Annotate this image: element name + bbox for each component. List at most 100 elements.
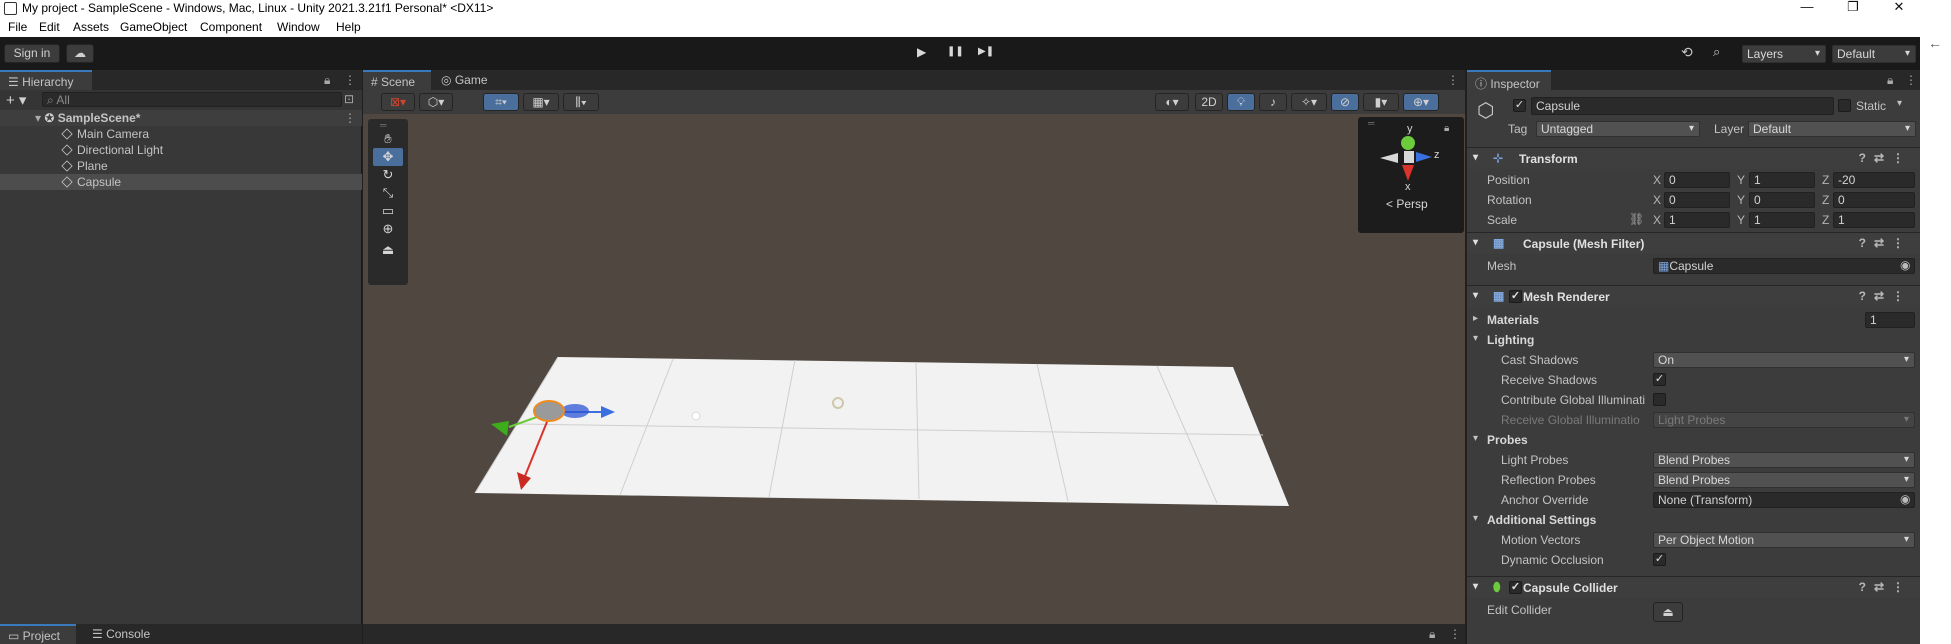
constrain-proportions-icon[interactable]: ⛓︎ bbox=[1629, 212, 1644, 226]
receive-shadows-checkbox[interactable]: ✓ bbox=[1653, 373, 1666, 386]
reflection-probes-dropdown[interactable]: Blend Probes bbox=[1653, 472, 1915, 488]
mesh-filter-header[interactable]: ▾ ▦ Capsule (Mesh Filter) ?⇄⋮ bbox=[1467, 232, 1920, 254]
expand-arrow-icon[interactable]: ▸ bbox=[1473, 313, 1478, 324]
scene-kebab-menu-icon[interactable]: ⋮ bbox=[344, 110, 356, 126]
capsule-object[interactable] bbox=[533, 400, 565, 422]
hierarchy-item-main-camera[interactable]: Main Camera bbox=[0, 126, 362, 142]
gizmo-center-cube[interactable] bbox=[1404, 151, 1414, 163]
drag-handle-icon[interactable]: ═ bbox=[380, 120, 386, 130]
object-picker-icon[interactable]: ◉ bbox=[1900, 258, 1910, 272]
collapse-arrow-icon[interactable]: ▾ bbox=[1473, 581, 1478, 592]
expand-arrow-icon[interactable]: ▾ bbox=[35, 111, 44, 125]
hierarchy-item-capsule[interactable]: Capsule bbox=[0, 174, 362, 190]
lock-icon[interactable]: 🔒︎ bbox=[1429, 627, 1435, 642]
collapse-arrow-icon[interactable]: ▾ bbox=[1473, 433, 1478, 444]
pause-icon[interactable]: ❚❚ bbox=[947, 46, 964, 57]
object-picker-icon[interactable]: ◉ bbox=[1900, 492, 1910, 506]
camera-gizmo-icon[interactable] bbox=[691, 411, 701, 421]
custom-tool-icon[interactable]: ⏏ bbox=[373, 241, 403, 259]
light-probes-dropdown[interactable]: Blend Probes bbox=[1653, 452, 1915, 468]
minimize-button[interactable]: — bbox=[1784, 0, 1830, 17]
pivot-toggle[interactable]: ⌗▾ bbox=[483, 93, 519, 111]
hierarchy-search-input[interactable]: ⌕ All bbox=[42, 92, 342, 107]
tab-hierarchy[interactable]: ☰ Hierarchy bbox=[0, 70, 92, 90]
collapse-arrow-icon[interactable]: ▾ bbox=[1473, 333, 1478, 344]
drag-handle-icon[interactable]: ═ bbox=[1368, 118, 1374, 128]
effects-dropdown[interactable]: ✧▾ bbox=[1291, 93, 1327, 111]
tab-project[interactable]: ▭ Project bbox=[0, 624, 76, 644]
scale-tool-icon[interactable]: ⤡ bbox=[373, 184, 403, 202]
kebab-menu-icon[interactable]: ⋮ bbox=[1905, 73, 1917, 87]
scene-viewport[interactable]: ═ ✋︎ ✥ ↻ ⤡ ▭ ⊕ ⏏ ═ 🔒︎ y z x < Persp bbox=[363, 114, 1465, 625]
y-axis-arrow-icon[interactable] bbox=[491, 421, 509, 436]
collapse-arrow-icon[interactable]: ▾ bbox=[1473, 237, 1478, 248]
lock-icon[interactable]: 🔒︎ bbox=[1444, 123, 1449, 134]
lighting-section[interactable]: ▾ Lighting bbox=[1467, 330, 1920, 350]
mesh-renderer-header[interactable]: ▾ ▦ ✓ Mesh Renderer ?⇄⋮ bbox=[1467, 285, 1920, 307]
sign-in-button[interactable]: Sign in bbox=[4, 44, 60, 63]
lock-icon[interactable]: 🔒︎ bbox=[1887, 73, 1893, 88]
render-mode-dropdown[interactable]: ◐▾ bbox=[1155, 93, 1189, 111]
filter-icon[interactable]: ⊡ bbox=[344, 92, 354, 106]
move-tool-icon[interactable]: ✥ bbox=[373, 148, 403, 166]
capsule-collider-enabled-checkbox[interactable]: ✓ bbox=[1509, 581, 1522, 594]
object-name-input[interactable]: Capsule bbox=[1531, 97, 1834, 115]
menu-help[interactable]: Help bbox=[336, 20, 361, 34]
anchor-override-field[interactable]: None (Transform) bbox=[1653, 492, 1915, 508]
hand-tool-icon[interactable]: ✋︎ bbox=[373, 130, 403, 148]
menu-file[interactable]: File bbox=[8, 20, 27, 34]
contribute-gi-checkbox[interactable] bbox=[1653, 393, 1666, 406]
collapse-arrow-icon[interactable]: ▾ bbox=[1473, 152, 1478, 163]
cloud-icon[interactable]: ☁ bbox=[66, 44, 94, 63]
rotation-z-field[interactable]: 0 bbox=[1833, 192, 1915, 208]
scene-canvas[interactable] bbox=[363, 114, 1465, 625]
active-checkbox[interactable]: ✓ bbox=[1513, 99, 1526, 112]
maximize-button[interactable]: ❐ bbox=[1830, 0, 1876, 17]
increment-snap-dropdown[interactable]: ⫼▾ bbox=[563, 93, 599, 111]
hierarchy-item-plane[interactable]: Plane bbox=[0, 158, 362, 174]
layout-dropdown[interactable]: Default bbox=[1832, 45, 1916, 63]
mesh-renderer-enabled-checkbox[interactable]: ✓ bbox=[1509, 290, 1522, 303]
gizmos-dropdown[interactable]: ⊕▾ bbox=[1403, 93, 1439, 111]
back-arrow-icon[interactable]: ← bbox=[1928, 35, 1942, 51]
close-button[interactable]: ✕ bbox=[1876, 0, 1922, 17]
draw-mode-dropdown[interactable]: ⊠▾ bbox=[381, 93, 415, 111]
menu-component[interactable]: Component bbox=[200, 20, 262, 34]
menu-assets[interactable]: Assets bbox=[73, 20, 109, 34]
position-x-field[interactable]: 0 bbox=[1664, 172, 1730, 188]
materials-row[interactable]: ▸ Materials 1 bbox=[1467, 310, 1920, 330]
tab-scene[interactable]: # Scene bbox=[363, 70, 431, 90]
kebab-menu-icon[interactable]: ⋮ bbox=[1449, 627, 1461, 641]
perspective-toggle[interactable]: < Persp bbox=[1386, 197, 1428, 211]
grid-snap-dropdown[interactable]: ▦▾ bbox=[523, 93, 559, 111]
scale-y-field[interactable]: 1 bbox=[1749, 212, 1815, 228]
transform-tool-icon[interactable]: ⊕ bbox=[373, 220, 403, 238]
play-icon[interactable]: ▶ bbox=[917, 45, 926, 59]
search-icon[interactable]: ⌕ bbox=[1713, 44, 1720, 60]
lock-icon[interactable]: 🔒︎ bbox=[324, 73, 330, 88]
probes-section[interactable]: ▾ Probes bbox=[1467, 430, 1920, 450]
component-header-icons[interactable]: ?⇄⋮ bbox=[1859, 151, 1912, 165]
hierarchy-scene-row[interactable]: ▾ ✪ SampleScene* ⋮ bbox=[0, 110, 362, 126]
gizmo-z-cone[interactable] bbox=[1416, 152, 1432, 162]
shading-dropdown[interactable]: ⬡▾ bbox=[419, 93, 453, 111]
static-checkbox[interactable] bbox=[1838, 99, 1851, 112]
toggle-2d-button[interactable]: 2D bbox=[1195, 93, 1223, 111]
component-header-icons[interactable]: ?⇄⋮ bbox=[1859, 580, 1912, 594]
static-dropdown-arrow-icon[interactable]: ▾ bbox=[1897, 98, 1902, 109]
kebab-menu-icon[interactable]: ⋮ bbox=[344, 73, 356, 87]
component-header-icons[interactable]: ?⇄⋮ bbox=[1859, 289, 1912, 303]
gizmo-x-cone[interactable] bbox=[1402, 165, 1414, 181]
tab-game[interactable]: ◎ Game bbox=[433, 70, 503, 90]
additional-settings-section[interactable]: ▾ Additional Settings bbox=[1467, 510, 1920, 530]
camera-dropdown[interactable]: ▮▾ bbox=[1363, 93, 1399, 111]
tag-dropdown[interactable]: Untagged bbox=[1536, 121, 1700, 137]
add-button[interactable]: + ▾ bbox=[6, 91, 26, 109]
materials-count-field[interactable]: 1 bbox=[1865, 312, 1915, 328]
scale-z-field[interactable]: 1 bbox=[1833, 212, 1915, 228]
capsule-collider-header[interactable]: ▾ ⬮ ✓ Capsule Collider ?⇄⋮ bbox=[1467, 576, 1920, 598]
collapse-arrow-icon[interactable]: ▾ bbox=[1473, 290, 1478, 301]
component-header-icons[interactable]: ?⇄⋮ bbox=[1859, 236, 1912, 250]
layers-dropdown[interactable]: Layers bbox=[1742, 45, 1826, 63]
step-icon[interactable]: ▶❚ bbox=[978, 46, 994, 57]
